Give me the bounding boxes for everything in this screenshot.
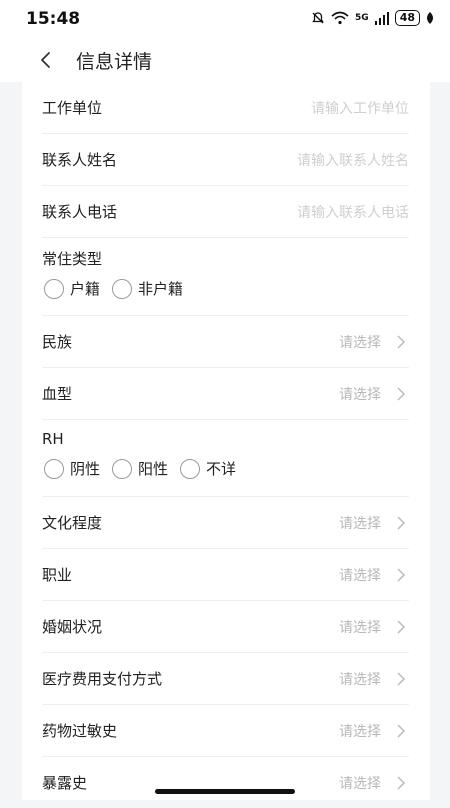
field-label: 医疗费用支付方式 [42,670,163,688]
battery-indicator: 48 [394,10,420,26]
field-label: 联系人电话 [42,203,118,221]
contact-phone-input[interactable]: 请输入联系人电话 [297,202,409,222]
chevron-right-icon [395,619,407,635]
chevron-right-icon [395,515,407,531]
field-label: 婚姻状况 [42,618,103,636]
field-label: 血型 [42,385,73,403]
field-label: 民族 [42,333,73,351]
radio-label: 不详 [206,460,237,478]
radio-label: 阳性 [138,460,169,478]
exposure-select[interactable]: 暴露史 请选择 [42,757,409,808]
marital-select[interactable]: 婚姻状况 请选择 [42,601,409,653]
occupation-select[interactable]: 职业 请选择 [42,549,409,601]
field-label: 职业 [42,566,73,584]
home-indicator[interactable] [155,789,295,794]
radio-non-household[interactable]: 非户籍 [112,278,183,299]
field-label: 常住类型 [42,250,103,268]
payment-select[interactable]: 医疗费用支付方式 请选择 [42,653,409,705]
select-value: 请选择 [339,335,381,351]
mute-icon [311,11,325,25]
contact-phone-field[interactable]: 联系人电话 请输入联系人电话 [42,186,409,238]
field-label: 文化程度 [42,514,103,532]
work-unit-field[interactable]: 工作单位 请输入工作单位 [42,82,409,134]
rh-group: RH 阴性 阳性 不详 [42,420,409,497]
chevron-right-icon [395,567,407,583]
radio-circle[interactable] [112,458,133,479]
contact-name-field[interactable]: 联系人姓名 请输入联系人姓名 [42,134,409,186]
form-card: 工作单位 请输入工作单位 联系人姓名 请输入联系人姓名 联系人电话 请输入联系人… [22,82,430,800]
radio-label: 户籍 [70,280,101,298]
select-value: 请选择 [339,672,381,688]
education-select[interactable]: 文化程度 请选择 [42,497,409,549]
chevron-right-icon [395,723,407,739]
radio-circle[interactable] [44,278,64,299]
contact-name-input[interactable]: 请输入联系人姓名 [297,150,409,170]
field-label: 暴露史 [42,774,88,792]
allergy-select[interactable]: 药物过敏史 请选择 [42,705,409,757]
field-label: 联系人姓名 [42,151,118,169]
signal-icon [374,11,389,25]
radio-circle[interactable] [180,458,201,479]
status-time: 15:48 [26,9,81,29]
select-value: 请选择 [339,387,381,403]
chevron-right-icon [395,334,407,350]
select-value: 请选择 [339,516,381,532]
status-bar: 15:48 5G 48 [0,0,450,38]
select-value: 请选择 [339,724,381,740]
field-label: RH [42,430,64,448]
residence-type-group: 常住类型 户籍 非户籍 [42,238,409,316]
page-title: 信息详情 [76,51,153,73]
leaf-icon [426,12,434,24]
radio-circle[interactable] [112,278,133,299]
ethnicity-select[interactable]: 民族 请选择 [42,316,409,368]
field-label: 药物过敏史 [42,722,118,740]
status-icons: 5G 48 [311,10,434,26]
radio-unknown[interactable]: 不详 [180,458,236,479]
radio-label: 非户籍 [138,280,184,298]
back-icon[interactable] [36,50,56,70]
nav-bar: 信息详情 [0,38,450,82]
work-unit-input[interactable]: 请输入工作单位 [311,98,409,118]
blood-type-select[interactable]: 血型 请选择 [42,368,409,420]
select-value: 请选择 [339,776,381,792]
radio-circle[interactable] [44,458,64,479]
radio-negative[interactable]: 阴性 [44,458,100,479]
radio-label: 阴性 [70,460,101,478]
network-label: 5G [355,13,369,23]
chevron-right-icon [395,386,407,402]
select-value: 请选择 [339,620,381,636]
field-label: 工作单位 [42,99,103,117]
wifi-icon [331,11,349,25]
select-value: 请选择 [339,568,381,584]
radio-household[interactable]: 户籍 [44,278,100,299]
chevron-right-icon [395,671,407,687]
chevron-right-icon [395,775,407,791]
radio-positive[interactable]: 阳性 [112,458,168,479]
